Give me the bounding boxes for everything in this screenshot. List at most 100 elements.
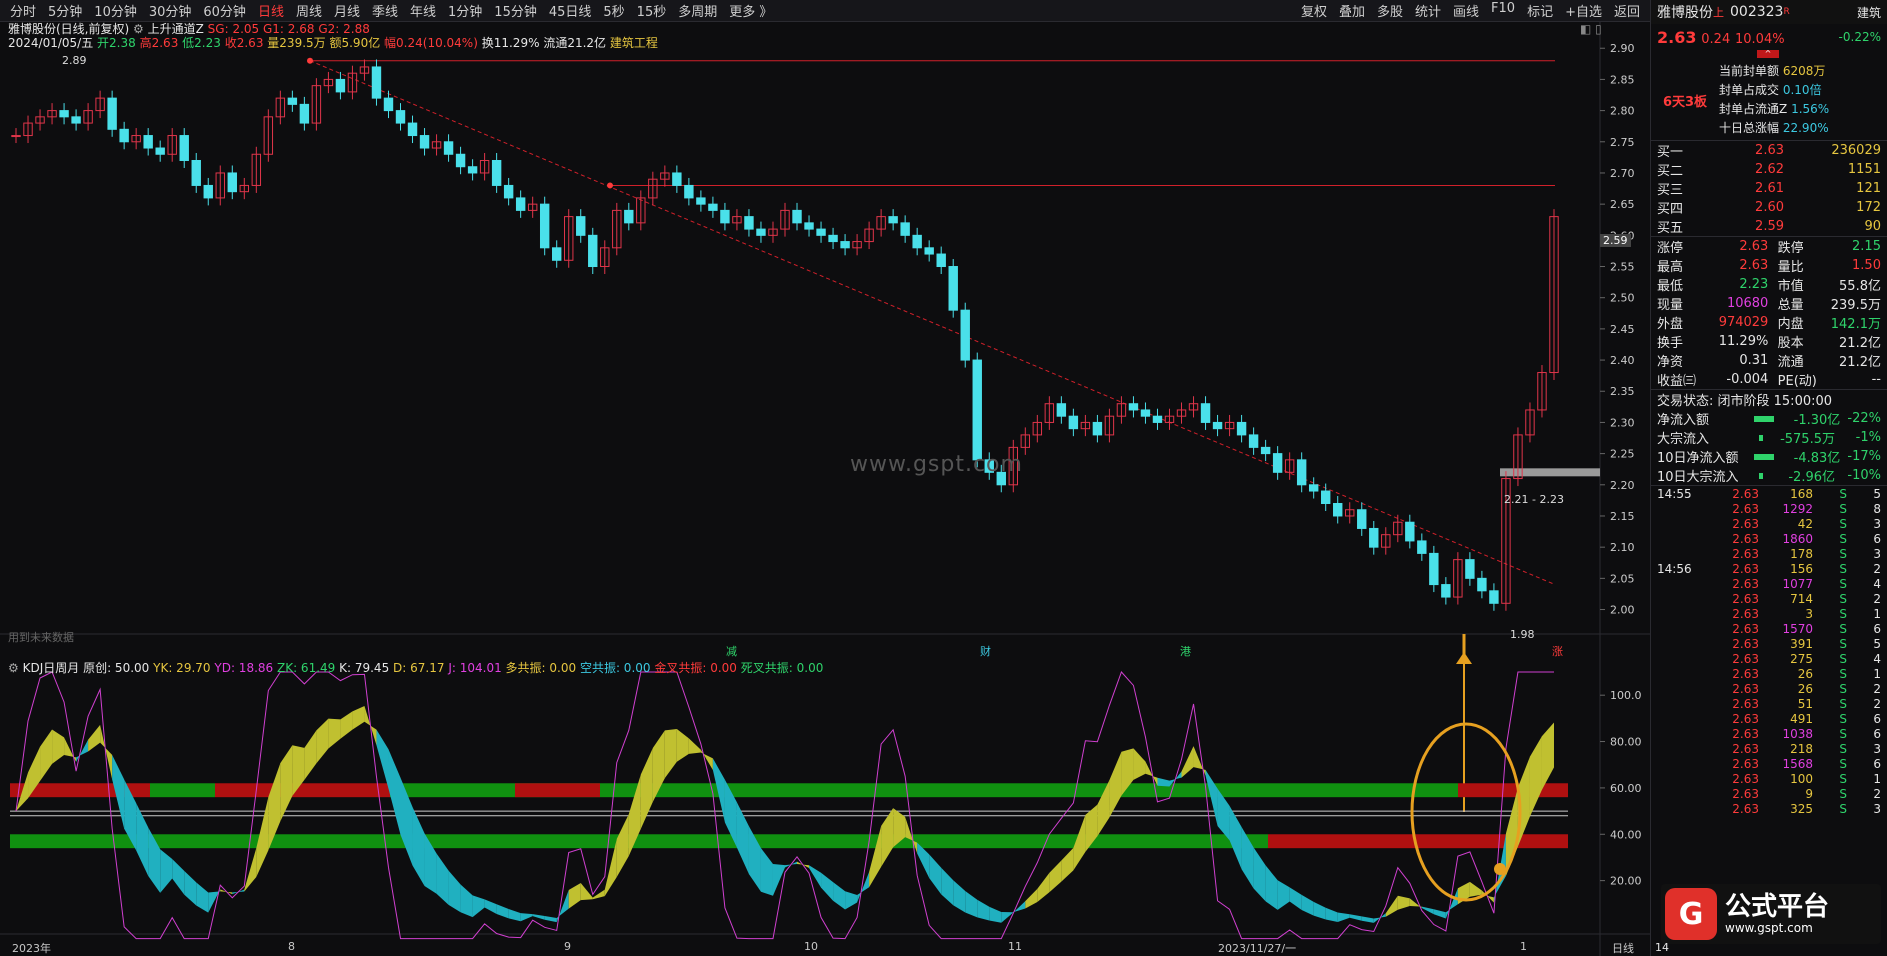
kdj-ribbon-segment [1397,895,1410,910]
bid-volume: 172 [1856,200,1881,215]
event-marker-reduce[interactable]: 减 [726,643,737,659]
candle-body [792,209,802,224]
tick-price: 2.63 [1732,516,1759,531]
tick-volume: 100 [1790,771,1813,786]
kdj-ribbon-segment [1205,769,1218,826]
tick-volume: 491 [1790,711,1813,726]
candle-body [1441,584,1451,598]
trend-line [309,60,1556,586]
period-tab-2[interactable]: 10分钟 [88,1,143,20]
kdj-ribbon-segment [496,904,509,919]
period-tab-7[interactable]: 月线 [328,1,366,20]
expand-arrow[interactable]: ^ [1651,50,1887,60]
chart-window-icons[interactable]: ◧ ▯ [1580,22,1602,36]
period-tab-10[interactable]: 1分钟 [442,1,488,20]
period-tab-12[interactable]: 45日线 [543,1,598,20]
kdj-ribbon-segment [881,808,894,867]
kdj-band-upper [215,783,390,798]
tool-button-0[interactable]: 复权 [1295,1,1333,20]
last-price: 2.63 [1657,27,1697,47]
tool-button-4[interactable]: 画线 [1447,1,1485,20]
tick-price: 2.63 [1732,501,1759,516]
tick-side: S [1839,666,1847,681]
kdj-ribbon-segment [977,899,990,921]
kline-chart[interactable]: 2.902.852.802.752.702.652.602.552.502.45… [0,22,1650,956]
period-tab-3[interactable]: 30分钟 [143,1,198,20]
tool-button-5[interactable]: F10 [1485,1,1521,20]
period-tab-14[interactable]: 15秒 [631,1,673,20]
price-tick-label: 2.25 [1610,448,1635,461]
tick-side: S [1839,651,1847,666]
stat-row: 净资 0.31 流通 21.2亿 [1651,351,1887,370]
tool-button-7[interactable]: +自选 [1559,1,1608,20]
watermark: www.gspt.com [850,452,1023,477]
candle-body [960,309,970,361]
tick-side: S [1839,696,1847,711]
tool-button-3[interactable]: 统计 [1409,1,1447,20]
period-tab-9[interactable]: 年线 [404,1,442,20]
period-tab-6[interactable]: 周线 [290,1,328,20]
period-tab-1[interactable]: 5分钟 [42,1,88,20]
sector-tag[interactable]: 建筑 [1857,4,1881,21]
kdj-settings-icon[interactable]: ⚙ [8,661,19,675]
kdj-ribbon-segment [1013,901,1026,913]
candle-body [1152,415,1163,423]
tool-button-8[interactable]: 返回 [1608,1,1646,20]
tick-count: 1 [1873,666,1881,681]
tick-volume: 218 [1790,741,1813,756]
stat-value: -- [1871,372,1881,387]
stat-value: 21.2亿 [1839,336,1881,351]
event-marker-finance[interactable]: 财 [980,643,991,659]
stat-value: 2.15 [1852,239,1881,254]
event-marker-hk[interactable]: 港 [1180,643,1191,659]
bid-row: 买一 2.63 236029 [1651,141,1887,160]
tick-side: S [1839,801,1847,816]
tick-price: 2.63 [1732,486,1759,501]
period-tab-5[interactable]: 日线 [252,1,290,20]
panel-header: 雅博股份 上 002323 R 建筑 [1651,0,1887,24]
kdj-ribbon-segment [568,882,581,909]
tool-button-1[interactable]: 叠加 [1333,1,1371,20]
kdj-ribbon-segment [1349,914,1362,921]
candle-body [203,184,213,199]
kdj-ribbon-segment [376,729,389,789]
tick-side: S [1839,561,1847,576]
bar-date: 2024/01/05/五 [8,36,94,50]
tick-side: S [1839,756,1847,771]
chart-canvas[interactable]: 2.902.852.802.752.702.652.602.552.502.45… [0,22,1650,956]
period-tab-11[interactable]: 15分钟 [488,1,543,20]
tick-list[interactable]: 14:55 2.63 168 S 5 2.63 1292 S 8 2.63 42 S 3 2.63 1860… [1651,486,1887,816]
kdj-ribbon-segment [929,854,942,895]
tick-row: 2.63 51 S 2 [1651,696,1887,711]
order-book: 买一 2.63 236029 买二 2.62 1151 买三 2.61 121 买四 2.60 172… [1651,141,1887,236]
period-indicator[interactable]: 日线 [1612,940,1634,956]
tool-button-6[interactable]: 标记 [1521,1,1559,20]
tick-volume: 3 [1805,606,1813,621]
stat-label: 涨停 [1657,241,1684,256]
period-tab-0[interactable]: 分时 [4,1,42,20]
high-mark: 2.89 [62,54,87,67]
period-tab-15[interactable]: 多周期 [672,1,723,20]
kdj-k: K: 79.45 [339,661,390,675]
period-tab-13[interactable]: 5秒 [597,1,630,20]
candle-body [1296,459,1307,486]
tick-price: 2.63 [1732,666,1759,681]
flow-value: -575.5万 [1780,432,1835,447]
kdj-ribbon-segment [616,814,629,877]
period-tab-8[interactable]: 季线 [366,1,404,20]
stock-code: 002323 [1730,4,1784,20]
candle-body [1417,540,1427,554]
period-tab-16[interactable]: 更多 》 [723,1,778,20]
stat-row: 收益㈢ -0.004 PE(动) -- [1651,370,1887,389]
kdj-title[interactable]: KDJ日周月 [23,661,80,675]
stat-label: 流通 [1777,355,1804,370]
tick-price: 2.63 [1732,621,1759,636]
candle-body [11,135,21,138]
tick-price: 2.63 [1732,636,1759,651]
event-marker-limit-up[interactable]: 涨 [1552,643,1563,659]
tick-volume: 156 [1790,561,1813,576]
tool-button-2[interactable]: 多股 [1371,1,1409,20]
tick-volume: 275 [1790,651,1813,666]
period-tab-4[interactable]: 60分钟 [197,1,252,20]
flow-label: 10日净流入额 [1657,451,1739,466]
